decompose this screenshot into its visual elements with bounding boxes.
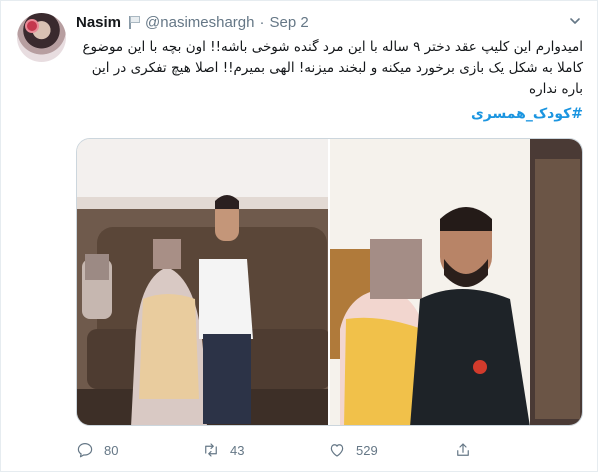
like-button[interactable]: 529 xyxy=(328,441,454,459)
retweet-icon xyxy=(205,443,217,457)
photo-left-illustration xyxy=(77,139,328,425)
retweet-button[interactable]: 43 xyxy=(202,441,328,459)
share-button[interactable] xyxy=(454,441,580,459)
reply-icon xyxy=(77,443,93,458)
avatar[interactable] xyxy=(17,13,66,62)
reply-button[interactable]: 80 xyxy=(76,441,202,459)
retweet-count: 43 xyxy=(230,442,245,458)
tweet-actions: 80 43 529 xyxy=(76,439,580,461)
media-grid xyxy=(76,138,583,426)
hashtag-link[interactable]: #کودک_همسری xyxy=(76,106,583,122)
chevron-down-icon[interactable] xyxy=(569,15,581,27)
avatar-flower-decoration xyxy=(25,19,39,33)
share-icon xyxy=(457,443,469,456)
like-icon xyxy=(330,444,344,457)
reply-count: 80 xyxy=(104,442,119,458)
author-handle[interactable]: @nasimeshargh xyxy=(145,14,254,31)
photo-right[interactable] xyxy=(330,139,582,425)
photo-left[interactable] xyxy=(77,139,330,425)
tweet-text: امیدوارم این کلیپ عقد دختر ۹ ساله با این… xyxy=(82,39,583,97)
tweet-date[interactable]: Sep 2 xyxy=(269,14,308,31)
flag-icon xyxy=(127,15,141,29)
tweet-card[interactable]: Nasim @nasimeshargh · Sep 2 امیدوارم این… xyxy=(0,0,598,472)
tweet-header: Nasim @nasimeshargh · Sep 2 xyxy=(76,12,309,32)
separator-dot: · xyxy=(259,13,265,31)
like-count: 529 xyxy=(356,442,378,458)
photo-right-illustration xyxy=(330,139,582,425)
author-display-name[interactable]: Nasim xyxy=(76,14,121,31)
